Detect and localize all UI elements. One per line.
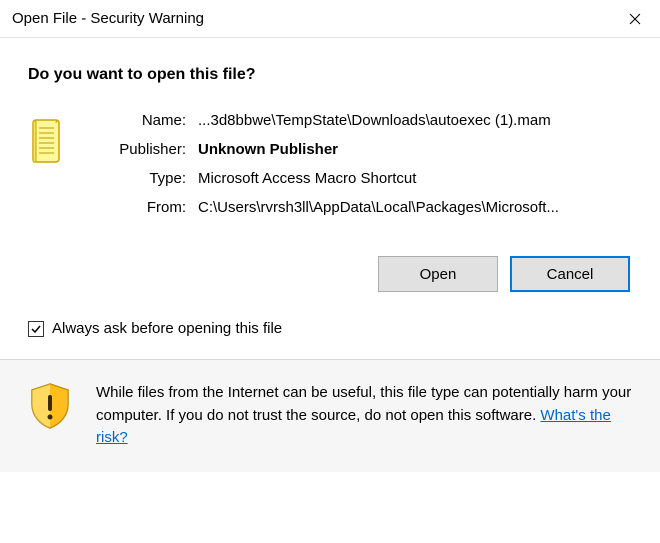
dialog-heading: Do you want to open this file?: [28, 66, 632, 84]
shield-icon: [28, 382, 72, 430]
from-value: C:\Users\rvrsh3ll\AppData\Local\Packages…: [198, 199, 632, 216]
cancel-button[interactable]: Cancel: [510, 256, 630, 292]
type-value: Microsoft Access Macro Shortcut: [198, 170, 632, 187]
shield-warning-icon: [28, 382, 72, 450]
from-label: From:: [88, 199, 198, 216]
dialog-content: Do you want to open this file? Name: ...…: [0, 38, 660, 337]
checkmark-icon: [30, 323, 42, 335]
scroll-icon: [28, 116, 68, 164]
always-ask-label: Always ask before opening this file: [52, 320, 282, 337]
field-type: Type: Microsoft Access Macro Shortcut: [88, 170, 632, 187]
footer: While files from the Internet can be use…: [0, 360, 660, 472]
open-button[interactable]: Open: [378, 256, 498, 292]
field-publisher: Publisher: Unknown Publisher: [88, 141, 632, 158]
name-label: Name:: [88, 112, 198, 129]
always-ask-row: Always ask before opening this file: [28, 320, 632, 337]
file-details: Name: ...3d8bbwe\TempState\Downloads\aut…: [28, 112, 632, 228]
file-fields: Name: ...3d8bbwe\TempState\Downloads\aut…: [88, 112, 632, 228]
file-icon: [28, 112, 68, 228]
name-value: ...3d8bbwe\TempState\Downloads\autoexec …: [198, 112, 632, 129]
field-from: From: C:\Users\rvrsh3ll\AppData\Local\Pa…: [88, 199, 632, 216]
button-row: Open Cancel: [28, 256, 632, 292]
footer-text: While files from the Internet can be use…: [96, 382, 632, 450]
type-label: Type:: [88, 170, 198, 187]
window-title: Open File - Security Warning: [12, 10, 204, 27]
close-icon: [629, 13, 641, 25]
field-name: Name: ...3d8bbwe\TempState\Downloads\aut…: [88, 112, 632, 129]
always-ask-checkbox[interactable]: [28, 321, 44, 337]
publisher-label: Publisher:: [88, 141, 198, 158]
close-button[interactable]: [610, 0, 660, 38]
publisher-value: Unknown Publisher: [198, 141, 632, 158]
titlebar: Open File - Security Warning: [0, 0, 660, 38]
